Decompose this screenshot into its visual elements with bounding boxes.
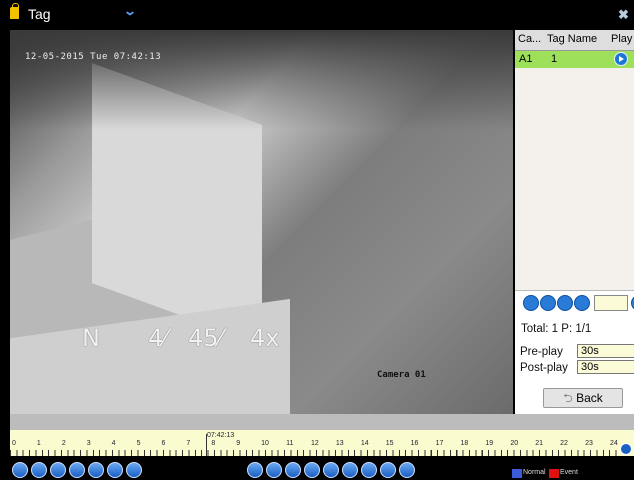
total-pages-text: Total: 1 P: 1/1 (521, 323, 592, 335)
legend-event-swatch (549, 469, 559, 478)
video-timestamp: 12-05-2015 Tue 07:42:13 (25, 52, 162, 62)
column-header-tag-name[interactable]: Tag Name (547, 33, 607, 45)
timeline-hour-label: 11 (286, 440, 294, 447)
table-row[interactable]: A1 1 (515, 51, 634, 68)
timeline-hour-label: 9 (236, 440, 241, 447)
timeline-hour-label: 24 (610, 440, 618, 447)
window-title: Tag (28, 6, 51, 22)
custom-tag-icon[interactable] (69, 462, 85, 478)
close-icon[interactable]: ✖ (618, 7, 629, 23)
lock-icon (10, 3, 19, 19)
timeline-hour-label: 3 (86, 440, 91, 447)
timeline-hour-label: 13 (335, 440, 344, 447)
timeline-hour-label: 4 (111, 440, 116, 447)
timeline-header-bar (10, 414, 634, 430)
first-page-icon[interactable] (523, 295, 539, 311)
legend-normal-swatch (512, 469, 522, 478)
legend-normal-label: Normal (523, 469, 546, 476)
column-header-camera[interactable]: Ca... (518, 33, 544, 45)
tag-add-icon[interactable] (50, 462, 66, 478)
stop-icon[interactable] (266, 462, 282, 478)
scene-shade (10, 30, 513, 130)
preplay-label: Pre-play (520, 346, 563, 358)
timeline-hour-label: 0 (12, 440, 16, 447)
timeline-hour-label: 15 (385, 440, 394, 447)
timeline-zoom-icon[interactable] (620, 443, 632, 455)
camera-label: Camera 01 (377, 370, 426, 380)
title-bar: Tag ⌄ ✖ (0, 0, 634, 30)
back-button[interactable]: ⮌ Back (543, 388, 623, 408)
return-arrow-icon: ⮌ (563, 391, 577, 405)
timeline-hour-label: 10 (261, 440, 269, 447)
video-overlay-text: 45⁄ (188, 324, 223, 352)
clip-icon[interactable] (31, 462, 47, 478)
table-body (515, 68, 634, 291)
pause-icon[interactable] (285, 462, 301, 478)
postplay-label: Post-play (520, 362, 568, 374)
timeline-hour-label: 1 (36, 440, 41, 447)
chevron-down-icon[interactable]: ⌄ (123, 4, 137, 18)
page-input[interactable] (594, 295, 628, 311)
timeline-hour-label: 16 (410, 440, 419, 447)
timeline-hour-label: 19 (485, 440, 494, 447)
timeline-hour-label: 18 (460, 440, 469, 447)
play-icon[interactable] (614, 52, 628, 66)
prev-file-icon[interactable] (12, 462, 28, 478)
timeline-hour-label: 17 (435, 440, 444, 447)
reverse-play-icon[interactable] (247, 462, 263, 478)
timeline-hour-label: 21 (535, 440, 544, 447)
column-header-play[interactable]: Play (611, 33, 634, 45)
cell-camera: A1 (519, 53, 533, 65)
timeline-hour-label: 23 (585, 440, 593, 447)
prev-page-icon[interactable] (540, 295, 556, 311)
preplay-select[interactable]: 30s (577, 344, 634, 358)
timeline-hour-label: 7 (186, 440, 191, 447)
forward-icon[interactable] (323, 462, 339, 478)
timeline-hour-label: 6 (161, 440, 166, 447)
timeline-hour-label: 14 (360, 440, 369, 447)
last-page-icon[interactable] (574, 295, 590, 311)
video-overlay-text: 4x (250, 324, 280, 352)
search-icon[interactable] (126, 462, 142, 478)
postplay-select[interactable]: 30s (577, 360, 634, 374)
video-playback[interactable]: 12-05-2015 Tue 07:42:13 N 4⁄ 45⁄ 4x Came… (10, 30, 513, 414)
digital-zoom-icon[interactable] (107, 462, 123, 478)
timeline-hour-label: 20 (510, 440, 519, 447)
table-header: Ca... Tag Name Play (515, 30, 634, 51)
tag-manage-icon[interactable] (88, 462, 104, 478)
timeline-hour-label: 2 (61, 440, 66, 447)
backward-icon[interactable] (304, 462, 320, 478)
video-overlay-text: N (82, 324, 100, 352)
tag-panel: Ca... Tag Name Play A1 1 Total: 1 P: 1/1… (515, 30, 634, 414)
back-button-label: Back (576, 391, 603, 405)
timeline-hour-label: 12 (311, 440, 319, 447)
slow-play-icon[interactable] (342, 462, 358, 478)
next-day-icon[interactable] (399, 462, 415, 478)
timeline-hour-label: 5 (136, 440, 141, 447)
prev-day-icon[interactable] (380, 462, 396, 478)
fast-play-icon[interactable] (361, 462, 377, 478)
legend-event-label: Event (560, 469, 578, 476)
timeline-hour-label: 8 (211, 440, 216, 447)
timeline-cursor-time: 07:42:13 (207, 432, 235, 439)
cell-tag-name: 1 (551, 53, 558, 65)
timeline-hour-label: 22 (560, 440, 568, 447)
next-page-icon[interactable] (557, 295, 573, 311)
video-overlay-text: 4⁄ (148, 324, 168, 352)
